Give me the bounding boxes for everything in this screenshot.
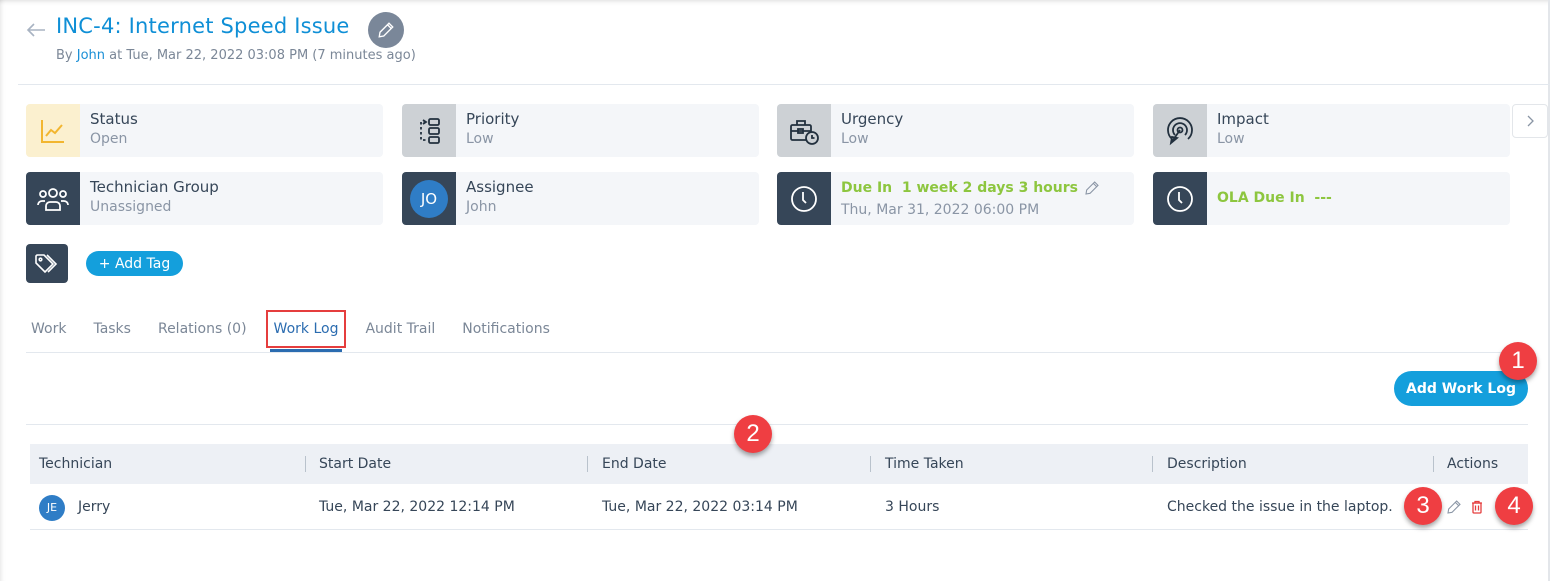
technician-group-label: Technician Group (90, 178, 219, 196)
column-resizer[interactable] (1152, 456, 1153, 472)
pencil-icon (378, 22, 394, 38)
impact-card[interactable]: Impact Low (1153, 104, 1510, 157)
highlight-box (265, 310, 347, 348)
table-row: JE Jerry Tue, Mar 22, 2022 12:14 PM Tue,… (30, 485, 1528, 530)
column-resizer[interactable] (870, 456, 871, 472)
technician-group-card[interactable]: Technician Group Unassigned (26, 172, 383, 225)
tab-work-label: Work (31, 321, 67, 337)
end-date: Tue, Mar 22, 2022 03:14 PM (602, 499, 798, 515)
column-resizer[interactable] (587, 456, 588, 472)
column-resizer[interactable] (1433, 456, 1434, 472)
clock-icon (1153, 172, 1207, 225)
priority-label: Priority (466, 110, 520, 128)
next-cards-button[interactable] (1512, 104, 1548, 138)
tab-bar: Work Tasks Relations (0) Work Log Audit … (31, 310, 577, 352)
urgency-label: Urgency (841, 110, 904, 128)
tab-tasks-label: Tasks (93, 321, 131, 337)
tab-audit-trail-label: Audit Trail (365, 321, 436, 337)
status-label: Status (90, 110, 138, 128)
ola-due-card[interactable]: OLA Due In --- (1153, 172, 1510, 225)
created-prefix: By (56, 48, 77, 63)
tab-work[interactable]: Work (31, 319, 66, 339)
ola-due-label: OLA Due In --- (1217, 190, 1332, 206)
delete-worklog-icon[interactable] (1469, 499, 1485, 515)
priority-card[interactable]: Priority Low (402, 104, 759, 157)
urgency-card[interactable]: Urgency Low (777, 104, 1134, 157)
chevron-right-icon (1527, 115, 1534, 127)
column-end-date[interactable]: End Date (602, 444, 667, 484)
description: Checked the issue in the laptop. (1167, 499, 1393, 515)
column-actions: Actions (1447, 456, 1499, 472)
edit-worklog-icon[interactable] (1446, 499, 1462, 515)
impact-label: Impact (1217, 110, 1269, 128)
assignee-avatar-wrap: JO (402, 172, 456, 225)
column-resizer[interactable] (305, 456, 306, 472)
add-tag-button[interactable]: + Add Tag (86, 251, 183, 276)
edit-due-icon[interactable] (1084, 180, 1100, 196)
assignee-avatar: JO (410, 179, 448, 218)
divider (26, 352, 1528, 353)
tab-notifications[interactable]: Notifications (462, 319, 550, 339)
column-technician[interactable]: Technician (39, 444, 112, 484)
technician-group-value: Unassigned (90, 199, 172, 215)
divider (26, 424, 1528, 425)
column-start-date[interactable]: Start Date (319, 444, 391, 484)
start-date: Tue, Mar 22, 2022 12:14 PM (319, 499, 515, 515)
tab-relations-label: Relations (0) (157, 321, 247, 337)
briefcase-clock-icon (777, 104, 831, 157)
divider (18, 84, 1550, 85)
due-card[interactable]: Due In 1 week 2 days 3 hours Thu, Mar 31… (777, 172, 1134, 225)
column-time-taken[interactable]: Time Taken (885, 444, 964, 484)
edit-title-button[interactable] (368, 12, 404, 48)
target-cursor-icon (1153, 104, 1207, 157)
tag-icon (26, 244, 68, 283)
tab-audit-trail[interactable]: Audit Trail (365, 319, 435, 339)
created-info: By John at Tue, Mar 22, 2022 03:08 PM (7… (56, 48, 416, 63)
created-timestamp: at Tue, Mar 22, 2022 03:08 PM (7 minutes… (105, 48, 416, 63)
created-by-link[interactable]: John (77, 48, 105, 63)
due-date: Thu, Mar 31, 2022 06:00 PM (841, 202, 1040, 218)
assignee-label: Assignee (466, 178, 534, 196)
due-label: Due In 1 week 2 days 3 hours (841, 180, 1078, 196)
technician-name: Jerry (78, 499, 111, 515)
flow-blocks-icon (402, 104, 456, 157)
callout-badge: 4 (1495, 487, 1533, 525)
tab-notifications-label: Notifications (462, 321, 550, 337)
assignee-card[interactable]: JO Assignee John (402, 172, 759, 225)
tab-relations[interactable]: Relations (0) (158, 319, 247, 339)
callout-badge: 2 (734, 415, 772, 453)
time-taken: 3 Hours (885, 499, 940, 515)
tab-work-log[interactable]: Work Log (265, 310, 347, 352)
page-title: INC-4: Internet Speed Issue (56, 14, 350, 38)
status-value: Open (90, 131, 128, 147)
table-header: Technician Start Date End Date Time Take… (30, 444, 1528, 484)
users-icon (26, 172, 80, 225)
status-card[interactable]: Status Open (26, 104, 383, 157)
assignee-value: John (466, 199, 497, 215)
urgency-value: Low (841, 131, 869, 147)
callout-badge: 3 (1404, 487, 1442, 525)
callout-badge: 1 (1499, 342, 1537, 380)
column-description[interactable]: Description (1167, 444, 1247, 484)
due-label-row: Due In 1 week 2 days 3 hours (841, 178, 1100, 198)
back-arrow-icon[interactable] (24, 18, 48, 42)
priority-value: Low (466, 131, 494, 147)
clock-icon (777, 172, 831, 225)
impact-value: Low (1217, 131, 1245, 147)
technician-avatar: JE (39, 495, 65, 521)
tab-tasks[interactable]: Tasks (93, 319, 131, 339)
chart-line-icon (26, 104, 80, 157)
